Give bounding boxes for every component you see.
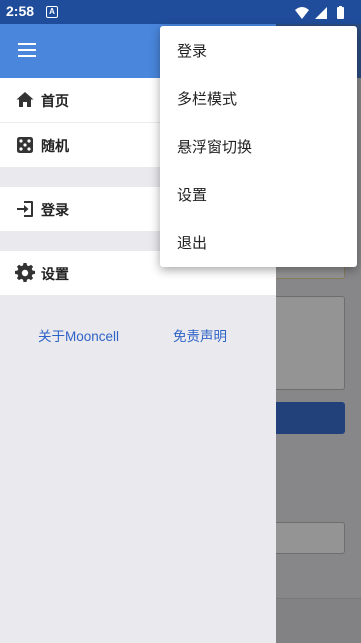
dice-icon: [17, 137, 33, 153]
status-icons: [293, 5, 353, 24]
menu-item-floating-window[interactable]: 悬浮窗切换: [160, 122, 357, 170]
home-icon: [16, 92, 34, 107]
login-icon: [17, 201, 33, 217]
menu-item-settings[interactable]: 设置: [160, 170, 357, 218]
about-link[interactable]: 关于Mooncell: [38, 325, 119, 345]
drawer-item-label: 首页: [41, 94, 69, 110]
notification-icon: A: [46, 6, 58, 18]
battery-icon: [337, 6, 344, 19]
drawer-item-label: 随机: [41, 139, 69, 155]
status-bar: 2:58 A: [0, 0, 361, 24]
drawer-links: 关于Mooncell 免责声明: [0, 319, 276, 359]
drawer-item-label: 登录: [41, 203, 69, 219]
gear-icon: [15, 263, 35, 282]
drawer-item-label: 设置: [41, 267, 69, 283]
menu-item-exit[interactable]: 退出: [160, 218, 357, 266]
menu-item-login[interactable]: 登录: [160, 26, 357, 74]
disclaimer-link[interactable]: 免责声明: [173, 325, 227, 345]
menu-item-multi-column[interactable]: 多栏模式: [160, 74, 357, 122]
hamburger-icon[interactable]: [18, 43, 36, 57]
status-time: 2:58: [6, 3, 35, 19]
overflow-menu: 登录 多栏模式 悬浮窗切换 设置 退出: [160, 26, 357, 267]
cellular-icon: [315, 7, 327, 19]
wifi-icon: [295, 7, 309, 19]
